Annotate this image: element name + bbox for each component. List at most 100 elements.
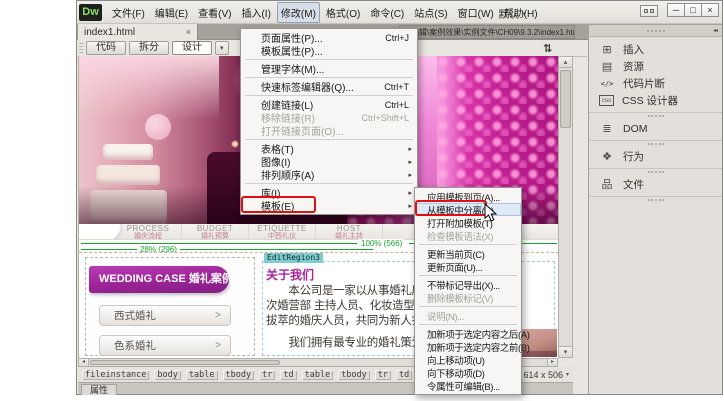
horizontal-scroll-thumb[interactable] <box>90 360 280 365</box>
design-view-button[interactable]: 设计 <box>172 41 212 55</box>
tag-selector-item[interactable]: fileinstance <box>82 370 149 380</box>
dock-separator <box>589 168 722 174</box>
tag-selector-item[interactable]: td <box>396 370 412 380</box>
menu-separator <box>245 95 413 96</box>
css-designer-icon: css <box>599 95 614 106</box>
document-tab-label: index1.html <box>84 27 135 38</box>
menu-site[interactable]: 站点(S) <box>410 2 451 23</box>
split-view-button[interactable]: 拆分 <box>129 41 169 55</box>
about-us-title: 关于我们 <box>266 266 314 283</box>
vertical-scrollbar[interactable]: ▴ ▾ <box>558 56 573 358</box>
menu-item-manage-fonts[interactable]: 管理字体(M)... <box>241 62 417 75</box>
link-color-wedding[interactable]: 色系婚礼 > <box>99 335 231 356</box>
properties-tab[interactable]: 属性 <box>81 384 117 395</box>
tag-selector-item[interactable]: table <box>302 370 334 380</box>
close-icon[interactable]: × <box>186 27 191 37</box>
menu-item-quick-tag-editor[interactable]: 快速标签编辑器(Q)... Ctrl+T <box>241 80 417 93</box>
menu-separator <box>245 139 413 140</box>
editable-region-tag[interactable]: EditRegion3 <box>264 253 323 263</box>
menu-separator <box>245 183 413 184</box>
menu-item-new-entry-after-selection[interactable]: 加新项于选定内容之后(A) <box>415 327 521 340</box>
document-path: 板编辑\案例效果\实例文件\CH09\9.3.2\index1.html <box>399 25 575 39</box>
menu-edit[interactable]: 编辑(E) <box>151 2 192 23</box>
menu-insert[interactable]: 插入(I) <box>237 2 274 23</box>
menu-item-new-entry-before-selection[interactable]: 加新项于选定内容之前(B) <box>415 340 521 353</box>
tag-selector-item[interactable]: tbody <box>338 370 370 380</box>
dock-separator <box>589 140 722 146</box>
document-path-text: 板编辑\案例效果\实例文件\CH09\9.3.2\index1.html <box>403 27 575 38</box>
nav-item-host[interactable]: HOST 婚礼主持 <box>316 224 383 240</box>
tag-selector-item[interactable]: body <box>154 370 180 380</box>
menu-window[interactable]: 窗口(W) <box>454 2 498 23</box>
menu-file[interactable]: 文件(F) <box>108 2 149 23</box>
window-size-indicator[interactable]: 614 x 506 ▾ <box>523 370 569 380</box>
menu-modify[interactable]: 修改(M) <box>277 2 320 23</box>
dock-separator <box>589 196 722 202</box>
tag-selector-item[interactable]: table <box>186 370 218 380</box>
file-management-icon[interactable]: ⇅ <box>543 42 552 55</box>
workspace-switcher[interactable]: 默认 ▾ <box>498 6 526 21</box>
close-button[interactable]: × <box>701 3 719 17</box>
menu-item-move-entry-up[interactable]: 向上移动项(U) <box>415 353 521 366</box>
menu-format[interactable]: 格式(O) <box>322 2 364 23</box>
scroll-down-icon[interactable]: ▾ <box>559 346 572 357</box>
submenu-arrow-icon: ▸ <box>408 171 412 179</box>
column-width-line[interactable] <box>81 249 373 250</box>
nav-item-process[interactable]: PROCESS 婚庆流程 <box>115 224 182 240</box>
tag-selector-item[interactable]: tr <box>375 370 391 380</box>
dreamweaver-logo[interactable]: Dw <box>79 4 102 21</box>
files-icon: 品 <box>599 179 615 191</box>
menu-commands[interactable]: 命令(C) <box>366 2 408 23</box>
panel-tab-css-designer[interactable]: css CSS 设计器 <box>589 92 722 109</box>
submenu-arrow-icon: ▸ <box>408 145 412 153</box>
link-arrow-icon: > <box>215 340 221 351</box>
table-width-line[interactable] <box>81 243 357 244</box>
menu-separator <box>419 306 517 307</box>
panel-tab-insert[interactable]: ⊞ 插入 <box>589 41 722 58</box>
link-western-wedding[interactable]: 西式婚礼 > <box>99 305 231 326</box>
maximize-button[interactable]: □ <box>684 3 702 17</box>
nav-item-etiquette[interactable]: ETIQUETTE 中西礼仪 <box>249 224 316 240</box>
menu-item-arrange[interactable]: 排列顺序(A) ▸ <box>241 168 417 181</box>
panel-tab-assets[interactable]: ▤ 资源 <box>589 58 722 75</box>
menu-separator <box>419 275 517 276</box>
menu-item-update-current-page[interactable]: 更新当前页(C) <box>415 247 521 260</box>
panel-tab-snippets[interactable]: </> 代码片断 <box>589 75 722 92</box>
insert-icon: ⊞ <box>599 44 615 56</box>
wedding-case-ribbon: WEDDING CASE 婚礼案例 <box>89 266 229 293</box>
menu-item-move-entry-down[interactable]: 向下移动项(D) <box>415 366 521 379</box>
menu-item-export-without-markup[interactable]: 不带标记导出(X)... <box>415 278 521 291</box>
menu-view[interactable]: 查看(V) <box>194 2 235 23</box>
scroll-up-icon[interactable]: ▴ <box>559 57 572 68</box>
nav-item-budget[interactable]: BUDGET 婚礼预算 <box>182 224 249 240</box>
tag-selector-item[interactable]: td <box>280 370 296 380</box>
annotation-box-templates <box>241 196 316 213</box>
panel-tab-dom[interactable]: ≣ DOM <box>589 120 722 137</box>
assets-icon: ▤ <box>599 61 615 73</box>
dom-icon: ≣ <box>599 123 615 135</box>
menu-separator <box>245 77 413 78</box>
submenu-arrow-icon: ▸ <box>408 158 412 166</box>
table-width-label[interactable]: 100% (566) <box>359 239 404 248</box>
link-arrow-icon: > <box>215 310 221 321</box>
menu-item-open-attached-template[interactable]: 打开附加模板(T) <box>415 216 521 229</box>
panel-tab-behaviors[interactable]: ❖ 行为 <box>589 148 722 165</box>
annotation-box-detach <box>415 200 487 216</box>
design-view-dropdown-icon[interactable]: ▾ <box>215 41 229 55</box>
panel-tab-files[interactable]: 品 文件 <box>589 176 722 193</box>
minimize-button[interactable]: ─ <box>667 3 685 17</box>
tag-selector-item[interactable]: tbody <box>223 370 255 380</box>
titlebar-extra-icon[interactable] <box>640 5 658 17</box>
document-tab[interactable]: index1.html × <box>78 24 198 40</box>
dock-header[interactable]: ◂◂ <box>589 25 722 37</box>
tag-selector-item[interactable]: tr <box>259 370 275 380</box>
menu-item-make-attribute-editable[interactable]: 令属性可编辑(B)... <box>415 379 521 392</box>
dock-separator <box>589 112 722 118</box>
scroll-right-icon[interactable]: ▸ <box>547 359 557 366</box>
code-view-button[interactable]: 代码 <box>86 41 126 55</box>
menu-item-template-properties[interactable]: 模板属性(P)... <box>241 44 417 57</box>
vertical-scroll-thumb[interactable] <box>560 70 571 128</box>
scroll-left-icon[interactable]: ◂ <box>79 359 89 366</box>
collapse-panels-icon[interactable]: ◂◂ <box>713 27 717 34</box>
menu-item-update-pages[interactable]: 更新页面(U)... <box>415 260 521 273</box>
